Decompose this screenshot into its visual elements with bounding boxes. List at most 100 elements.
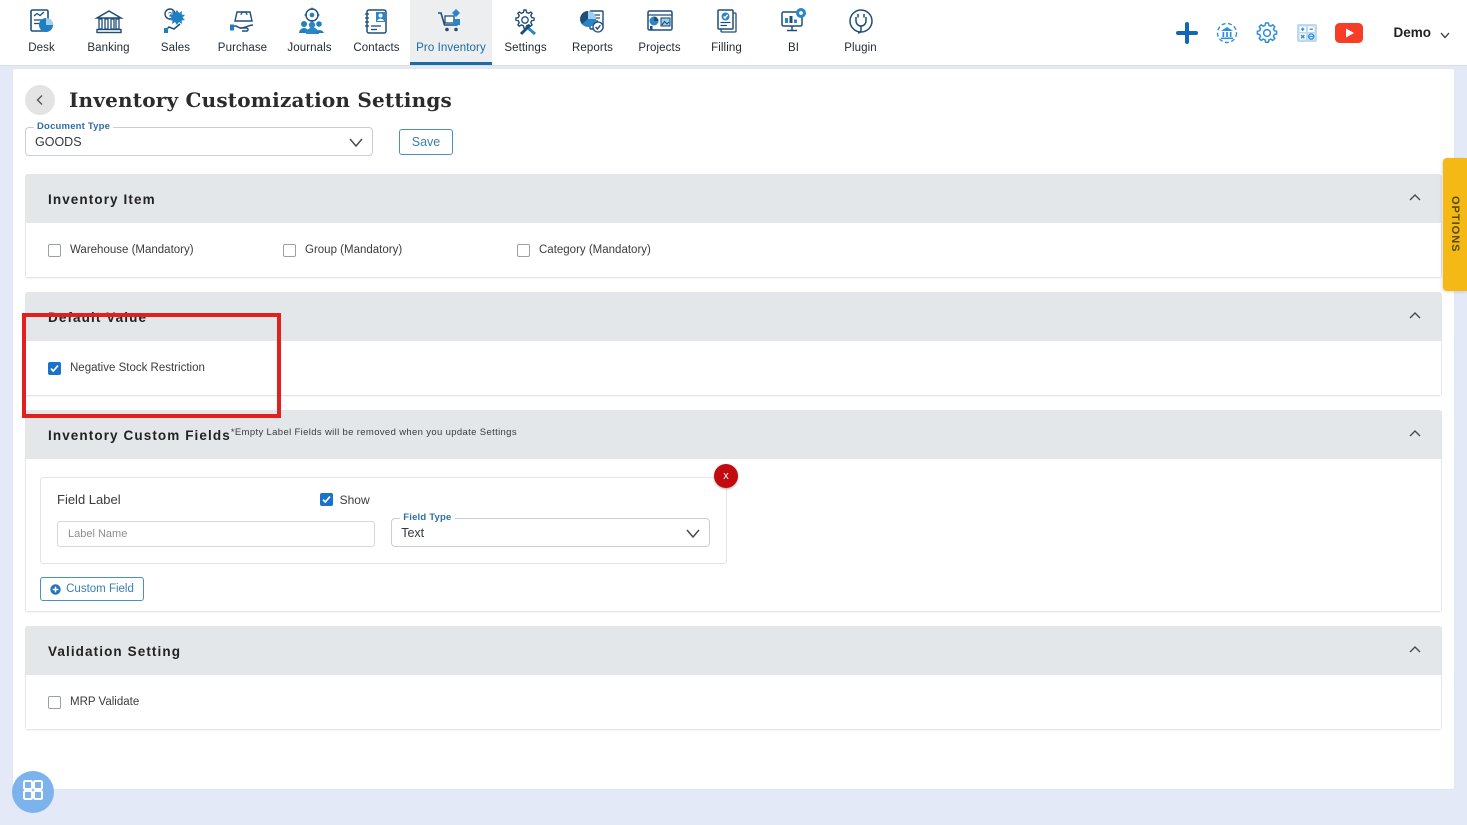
add-custom-field-button[interactable]: Custom Field — [40, 577, 144, 601]
panel-title: Validation Setting — [48, 643, 182, 659]
sales-icon: ? — [161, 5, 191, 39]
nav-item-bi[interactable]: BI — [760, 0, 827, 65]
top-navigation-bar: Desk Banking ? — [0, 0, 1467, 66]
panel-header-validation-setting[interactable]: Validation Setting — [26, 627, 1441, 675]
label-name-input[interactable]: Label Name — [57, 521, 376, 547]
checkbox-category-mandatory[interactable]: Category (Mandatory) — [517, 243, 651, 257]
custom-field-card-top: Field Label Show — [57, 492, 710, 507]
panel-header-default-value[interactable]: Default Value — [26, 293, 1441, 341]
checkbox-box[interactable] — [48, 243, 61, 257]
remove-custom-field-button[interactable]: x — [714, 464, 738, 488]
panel-body-validation-setting: MRP Validate — [26, 675, 1441, 729]
checkbox-box-checked[interactable] — [319, 493, 333, 506]
field-type-value: Text — [401, 525, 425, 540]
grid-apps-icon — [22, 779, 44, 806]
nav-item-pro-inventory[interactable]: Pro Inventory — [410, 0, 492, 65]
bank-sync-icon[interactable] — [1215, 21, 1239, 45]
custom-field-inputs: Label Name Field Type Text — [57, 512, 710, 547]
panel-note: *Empty Label Fields will be removed when… — [230, 426, 517, 438]
nav-item-label: Sales — [160, 42, 191, 54]
nav-item-plugin[interactable]: Plugin — [827, 0, 894, 65]
nav-item-list: Desk Banking ? — [0, 0, 894, 65]
inventory-item-checkbox-row: Warehouse (Mandatory) Group (Mandatory) … — [26, 223, 1441, 277]
panel-header-inventory-item[interactable]: Inventory Item — [26, 175, 1441, 223]
nav-item-banking[interactable]: Banking — [75, 0, 142, 65]
purchase-icon — [228, 5, 258, 39]
checkbox-negative-stock-restriction[interactable]: Negative Stock Restriction — [48, 361, 205, 375]
nav-item-label: Plugin — [844, 42, 877, 54]
checkbox-show[interactable]: Show — [319, 492, 370, 507]
nav-item-settings[interactable]: Settings — [492, 0, 559, 65]
user-menu[interactable]: Demo — [1393, 25, 1450, 40]
settings-icon — [511, 5, 541, 39]
bank-icon — [93, 5, 124, 39]
nav-item-projects[interactable]: Projects — [626, 0, 693, 65]
youtube-icon[interactable] — [1335, 22, 1364, 43]
panel-title: Default Value — [48, 309, 148, 325]
chevron-up-icon[interactable] — [1407, 642, 1423, 660]
nav-item-label: Projects — [638, 42, 681, 54]
back-button[interactable] — [25, 85, 55, 115]
page-title: Inventory Customization Settings — [69, 88, 452, 112]
nav-item-label: Settings — [504, 42, 547, 54]
pro-inventory-icon — [436, 5, 466, 39]
chevron-up-icon[interactable] — [1407, 308, 1423, 326]
custom-field-card: x Field Label Show Label Name Field Type… — [40, 464, 738, 564]
nav-item-label: BI — [787, 42, 800, 54]
nav-item-label: Desk — [28, 42, 55, 54]
nav-item-label: Pro Inventory — [416, 42, 486, 54]
panel-title: Inventory Item — [48, 191, 156, 207]
checkbox-warehouse-mandatory[interactable]: Warehouse (Mandatory) — [48, 243, 283, 257]
panel-header-custom-fields[interactable]: Inventory Custom Fields *Empty Label Fie… — [26, 411, 1441, 459]
document-type-select[interactable]: Document Type GOODS — [25, 121, 373, 156]
nav-item-label: Reports — [572, 42, 613, 54]
filling-icon — [712, 5, 742, 39]
field-label-title: Field Label — [57, 492, 121, 507]
field-type-label: Field Type — [400, 512, 455, 523]
nav-item-sales[interactable]: ? Sales — [142, 0, 209, 65]
panel-validation-setting: Validation Setting MRP Validate — [25, 626, 1442, 730]
checkbox-box[interactable] — [48, 695, 61, 709]
journals-icon — [295, 5, 325, 39]
checkbox-label: MRP Validate — [70, 696, 140, 708]
nav-item-label: Purchase — [217, 42, 268, 54]
projects-icon — [645, 5, 675, 39]
apps-grid-button[interactable] — [12, 771, 54, 813]
validation-checkbox-row: MRP Validate — [26, 675, 1441, 729]
nav-item-label: Journals — [287, 42, 332, 54]
checkbox-mrp-validate[interactable]: MRP Validate — [48, 695, 140, 709]
gear-icon[interactable] — [1255, 21, 1279, 45]
nav-item-purchase[interactable]: Purchase — [209, 0, 276, 65]
nav-item-reports[interactable]: Reports — [559, 0, 626, 65]
panel-body-inventory-item: Warehouse (Mandatory) Group (Mandatory) … — [26, 223, 1441, 277]
nav-item-journals[interactable]: Journals — [276, 0, 343, 65]
dashboard-icon — [27, 5, 57, 39]
nav-right-actions: Demo — [1175, 0, 1467, 65]
label-name-placeholder: Label Name — [68, 528, 128, 540]
checkbox-box-checked[interactable] — [48, 361, 61, 375]
field-type-select[interactable]: Field Type Text — [391, 512, 710, 547]
options-side-tab[interactable]: OPTIONS — [1443, 158, 1467, 291]
checkbox-group-mandatory[interactable]: Group (Mandatory) — [283, 243, 517, 257]
nav-item-contacts[interactable]: Contacts — [343, 0, 410, 65]
panel-inventory-custom-fields: Inventory Custom Fields *Empty Label Fie… — [25, 410, 1442, 612]
nav-item-filling[interactable]: Filling — [693, 0, 760, 65]
checkbox-label: Warehouse (Mandatory) — [70, 244, 194, 256]
chevron-up-icon[interactable] — [1407, 190, 1423, 208]
nav-item-desk[interactable]: Desk — [8, 0, 75, 65]
checkbox-box[interactable] — [283, 243, 296, 257]
checkbox-label: Group (Mandatory) — [305, 244, 403, 256]
settings-panels: Inventory Item Warehouse (Mandatory) Gro… — [13, 156, 1454, 730]
bi-icon — [779, 5, 809, 39]
checkbox-box[interactable] — [517, 243, 530, 257]
checkbox-label: Show — [339, 492, 370, 507]
plus-circle-icon — [50, 583, 61, 595]
chevron-up-icon[interactable] — [1407, 426, 1423, 444]
calculator-icon[interactable] — [1295, 21, 1319, 45]
plugin-icon — [846, 5, 876, 39]
save-button[interactable]: Save — [399, 128, 453, 155]
add-plus-icon[interactable] — [1175, 21, 1199, 45]
chevron-down-icon — [685, 527, 701, 545]
nav-item-label: Contacts — [353, 42, 400, 54]
reports-icon — [578, 5, 608, 39]
